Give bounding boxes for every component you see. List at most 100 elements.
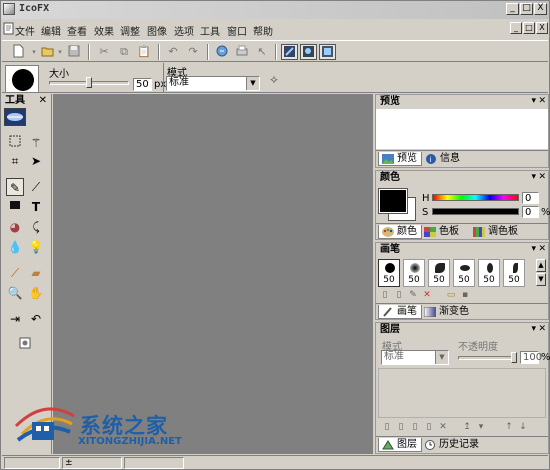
chevron-down-icon[interactable]: ▼ (246, 77, 259, 90)
menu-image[interactable]: 图像 (147, 23, 167, 38)
menu-adjust[interactable]: 调整 (120, 23, 140, 38)
pencil-icon[interactable]: ✎ (6, 178, 24, 196)
foreground-color-swatch[interactable] (378, 188, 408, 214)
layer-up-icon[interactable]: ↑ (504, 422, 514, 432)
rect-select-icon[interactable] (6, 134, 24, 152)
maximize-button[interactable]: □ (520, 3, 533, 15)
copy-icon[interactable]: ⧉ (116, 44, 132, 60)
canvas-area[interactable] (53, 94, 373, 454)
view-mode-1-icon[interactable] (281, 44, 298, 60)
bulb-icon[interactable]: 💡 (27, 238, 45, 256)
tab-preview[interactable]: 预览 (378, 152, 422, 166)
menu-help[interactable]: 帮助 (253, 23, 273, 38)
pointer-icon[interactable]: ↖ (254, 44, 270, 60)
close-icon[interactable]: ✕ (538, 96, 546, 106)
undo-icon[interactable]: ↶ (165, 44, 181, 60)
menu-view[interactable]: 查看 (67, 23, 87, 38)
chevron-down-icon[interactable]: ▼ (435, 351, 448, 364)
menu-tools[interactable]: 工具 (200, 23, 220, 38)
menu-edit[interactable]: 编辑 (41, 23, 61, 38)
delete-layer-icon[interactable]: ✕ (438, 422, 448, 432)
zoom-icon[interactable]: 🔍 (6, 284, 24, 302)
brush-preset[interactable]: 50 (453, 259, 475, 287)
new-icon[interactable] (10, 44, 26, 60)
screen-capture-icon[interactable] (16, 336, 34, 354)
brush-icon[interactable]: ⟋ (27, 178, 45, 196)
brush-preset[interactable]: 50 (403, 259, 425, 287)
load-brush-icon[interactable]: ▭ (446, 290, 456, 300)
tab-layers[interactable]: 图层 (378, 438, 422, 452)
brush-shape-icon[interactable] (4, 108, 26, 126)
move-icon[interactable]: ➤ (27, 152, 45, 170)
tab-info[interactable]: i 信息 (422, 152, 464, 166)
chevron-down-icon[interactable]: ▾ (56, 44, 64, 60)
title-bar[interactable] (1, 1, 549, 19)
swap-icon[interactable]: ⇥ (6, 310, 24, 328)
move-layer-icon[interactable]: ↥ (462, 422, 472, 432)
size-input[interactable]: 50 (133, 78, 152, 91)
layer-down-icon[interactable]: ↓ (518, 422, 528, 432)
brush-preset[interactable]: 50 (478, 259, 500, 287)
mdi-minimize-button[interactable]: _ (510, 22, 522, 34)
new-layer-icon[interactable]: ▯ (382, 422, 392, 432)
brush-preset[interactable]: 50 (503, 259, 525, 287)
merge-layer-icon[interactable]: ▯ (410, 422, 420, 432)
close-button[interactable]: X (534, 3, 547, 15)
close-icon[interactable]: ✕ (39, 94, 47, 107)
panel-menu-icon[interactable]: ▾ (531, 324, 536, 334)
opacity-input[interactable]: 100 (520, 351, 542, 364)
fill-icon[interactable]: ◕ (6, 218, 24, 236)
antialias-icon[interactable]: ⟡ (270, 72, 278, 87)
eyedropper-icon[interactable]: ⤹ (27, 218, 45, 236)
print-icon[interactable] (234, 44, 250, 60)
redo-icon[interactable]: ↷ (185, 44, 201, 60)
view-mode-3-icon[interactable] (319, 44, 336, 60)
save-brush-icon[interactable]: ▪ (460, 290, 470, 300)
rectangle-icon[interactable] (6, 198, 24, 216)
saturation-input[interactable]: 0 (522, 206, 539, 218)
opacity-slider-track[interactable] (458, 356, 516, 360)
paste-icon[interactable]: 📋 (136, 44, 152, 60)
copy-brush-icon[interactable]: ▯ (394, 290, 404, 300)
brush-preset[interactable]: 50 (378, 259, 400, 287)
hue-input[interactable]: 0 (522, 192, 539, 204)
close-icon[interactable]: ✕ (538, 324, 546, 334)
tab-history[interactable]: 历史记录 (421, 438, 483, 452)
mode-select[interactable]: 标准 ▼ (166, 76, 260, 91)
edit-brush-icon[interactable]: ✎ (408, 290, 418, 300)
scroll-up-button[interactable]: ▲ (536, 259, 546, 272)
hand-icon[interactable]: ✋ (27, 284, 45, 302)
delete-brush-icon[interactable]: ✕ (422, 290, 432, 300)
mdi-restore-button[interactable]: □ (523, 22, 535, 34)
tab-color[interactable]: 颜色 (378, 225, 422, 239)
import-icon[interactable] (214, 44, 230, 60)
layer-mode-select[interactable]: 标准 ▼ (381, 350, 449, 365)
scroll-down-button[interactable]: ▼ (536, 273, 546, 286)
cut-icon[interactable]: ✂ (96, 44, 112, 60)
tab-gradient[interactable]: 渐变色 (421, 305, 473, 319)
tab-palette[interactable]: 调色板 (470, 225, 522, 239)
magic-wand-icon[interactable]: ⚚ (27, 134, 45, 152)
document-icon[interactable] (3, 22, 15, 35)
layer-list[interactable] (378, 368, 546, 418)
chevron-down-icon[interactable]: ▾ (30, 44, 38, 60)
close-icon[interactable]: ✕ (538, 172, 546, 182)
hue-slider[interactable] (432, 194, 519, 201)
eraser-icon[interactable]: ▰ (27, 264, 45, 282)
layer-options-icon[interactable]: ▾ (476, 422, 486, 432)
save-icon[interactable] (66, 44, 82, 60)
size-slider-thumb[interactable] (86, 77, 92, 88)
brush-preview[interactable] (5, 65, 39, 93)
text-icon[interactable]: T (27, 198, 45, 216)
minimize-button[interactable]: _ (506, 3, 519, 15)
line-icon[interactable]: ⟋ (6, 264, 24, 282)
panel-menu-icon[interactable]: ▾ (531, 172, 536, 182)
undo-tool-icon[interactable]: ↶ (27, 310, 45, 328)
panel-menu-icon[interactable]: ▾ (531, 244, 536, 254)
mdi-close-button[interactable]: X (536, 22, 548, 34)
crop-icon[interactable]: ⌗ (6, 152, 24, 170)
layer-properties-icon[interactable]: ▯ (424, 422, 434, 432)
tab-swatches[interactable]: 色板 (421, 225, 463, 239)
view-mode-2-icon[interactable] (300, 44, 317, 60)
panel-menu-icon[interactable]: ▾ (531, 96, 536, 106)
